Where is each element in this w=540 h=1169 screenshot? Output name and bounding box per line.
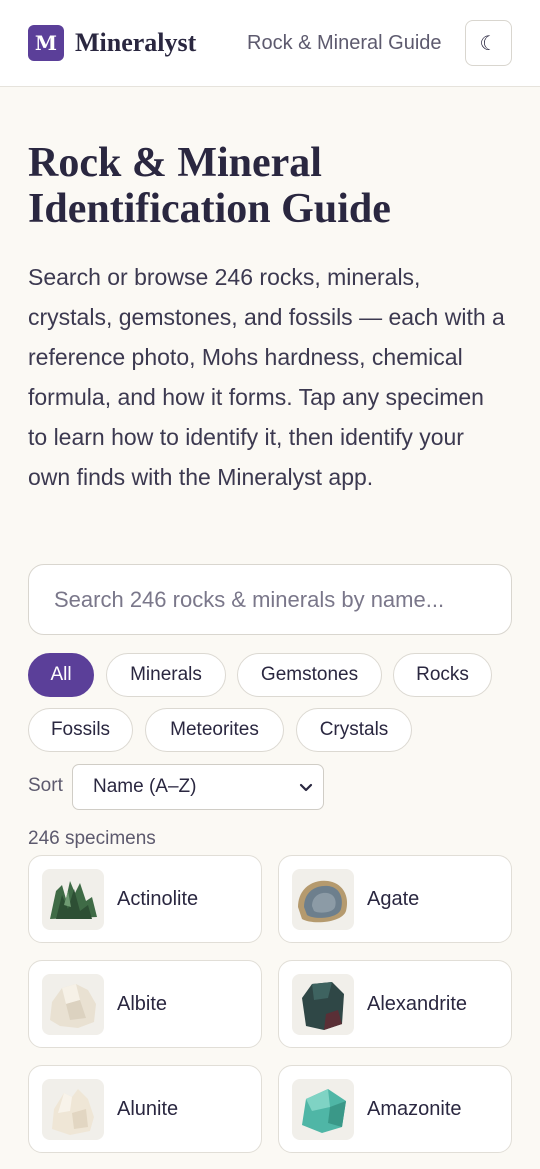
specimen-name: Alunite <box>117 1098 179 1120</box>
filter-chip-crystals[interactable]: Crystals <box>296 708 412 752</box>
specimen-thumbnail <box>292 1079 354 1140</box>
brand-name[interactable]: Mineralyst <box>75 27 196 59</box>
sort-label: Sort <box>28 775 63 796</box>
sort-selected-value: Name (A–Z) <box>93 776 197 797</box>
specimen-card-agate[interactable]: Agate <box>278 855 512 943</box>
specimen-card-amazonite[interactable]: Amazonite <box>278 1065 512 1153</box>
specimen-name: Albite <box>117 993 168 1015</box>
specimen-thumbnail <box>292 869 354 930</box>
specimen-card-alexandrite[interactable]: Alexandrite <box>278 960 512 1048</box>
specimen-card-actinolite[interactable]: Actinolite <box>28 855 262 943</box>
specimen-name: Amazonite <box>367 1098 462 1120</box>
specimen-name: Actinolite <box>117 888 199 910</box>
filter-chip-rocks[interactable]: Rocks <box>393 653 492 697</box>
filter-chip-meteorites[interactable]: Meteorites <box>145 708 284 752</box>
nav-link-guide[interactable]: Rock & Mineral Guide <box>247 31 442 55</box>
specimen-thumbnail <box>42 974 104 1035</box>
specimen-thumbnail <box>42 869 104 930</box>
chevron-down-icon <box>299 765 313 809</box>
intro-text: Search or browse 246 rocks, minerals, cr… <box>28 264 505 490</box>
sort-select[interactable]: Name (A–Z) <box>72 764 324 810</box>
filter-chip-gemstones[interactable]: Gemstones <box>237 653 382 697</box>
theme-toggle-button[interactable]: ☾ <box>465 20 512 66</box>
top-bar: M Mineralyst Rock & Mineral Guide ☾ <box>0 0 540 87</box>
result-count: 246 specimens <box>28 828 156 849</box>
specimen-name: Agate <box>367 888 420 910</box>
specimen-card-albite[interactable]: Albite <box>28 960 262 1048</box>
filter-chip-fossils[interactable]: Fossils <box>28 708 133 752</box>
search-placeholder: Search 246 rocks & minerals by name... <box>54 587 445 612</box>
specimen-card-alunite[interactable]: Alunite <box>28 1065 262 1153</box>
specimen-thumbnail <box>42 1079 104 1140</box>
filter-chip-minerals[interactable]: Minerals <box>106 653 226 697</box>
specimen-name: Alexandrite <box>367 993 468 1015</box>
specimen-thumbnail <box>292 974 354 1035</box>
filter-chip-all[interactable]: All <box>28 653 94 697</box>
search-input[interactable]: Search 246 rocks & minerals by name... <box>28 564 512 635</box>
page-title: Rock & Mineral Identification Guide <box>28 140 391 232</box>
logo-icon[interactable]: M <box>28 25 64 61</box>
moon-icon: ☾ <box>479 31 498 55</box>
